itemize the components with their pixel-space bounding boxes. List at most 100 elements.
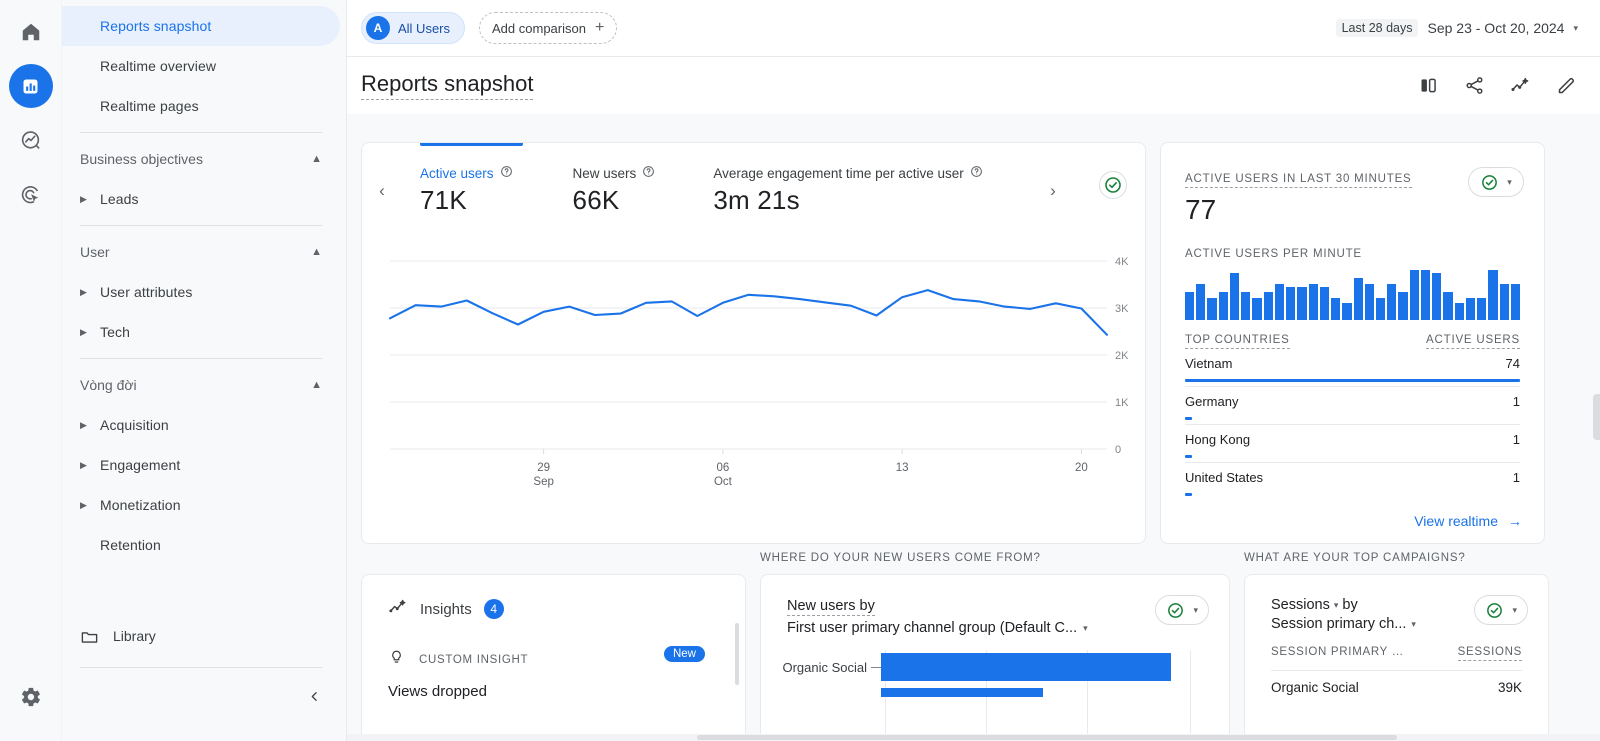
bar bbox=[881, 653, 1172, 681]
carousel-next-button[interactable]: › bbox=[1041, 179, 1065, 203]
compare-icon[interactable] bbox=[1416, 74, 1440, 98]
campaigns-table-header: SESSION PRIMARY … SESSIONS bbox=[1271, 646, 1522, 661]
new-users-status-badge[interactable]: ▾ bbox=[1155, 595, 1209, 625]
sidebar-section-label: Vòng đời bbox=[80, 377, 137, 393]
chevron-up-icon[interactable]: ▲ bbox=[311, 379, 322, 391]
reports-icon[interactable] bbox=[8, 64, 53, 108]
sidebar-item-acquisition[interactable]: ▶ Acquisition bbox=[62, 405, 340, 445]
header-actions bbox=[1416, 74, 1578, 98]
realtime-status-badge[interactable]: ▾ bbox=[1468, 167, 1524, 197]
chevron-up-icon[interactable]: ▲ bbox=[311, 246, 322, 258]
chevron-down-icon[interactable]: ▾ bbox=[1334, 600, 1339, 611]
arrow-right-icon: → bbox=[1508, 513, 1522, 529]
table-row[interactable]: Germany 1 bbox=[1185, 386, 1520, 420]
chevron-up-icon[interactable]: ▲ bbox=[311, 153, 322, 165]
plus-icon: + bbox=[594, 19, 605, 36]
table-row[interactable]: Hong Kong 1 bbox=[1185, 424, 1520, 458]
chevron-down-icon[interactable]: ▾ bbox=[1193, 605, 1198, 616]
table-row[interactable]: Vietnam 74 bbox=[1185, 349, 1520, 382]
active-users-line-chart: 0 1K 2K 3K 4K 29 Sep 06 Oct 13 20 bbox=[362, 251, 1145, 501]
metric-new-users[interactable]: New users 66K bbox=[573, 165, 656, 216]
sidebar-item-engagement[interactable]: ▶ Engagement bbox=[62, 445, 340, 485]
insight-item[interactable]: CUSTOM INSIGHT New bbox=[362, 621, 745, 671]
sidebar-section-user[interactable]: User ▲ bbox=[62, 232, 346, 272]
sidebar-item-library[interactable]: Library bbox=[62, 616, 346, 656]
table-row-content: Hong Kong 1 bbox=[1185, 432, 1520, 447]
metric-label-row: Average engagement time per active user bbox=[713, 165, 982, 181]
side-panel-handle[interactable] bbox=[1593, 394, 1600, 440]
chevron-right-icon: ▶ bbox=[80, 459, 88, 470]
help-icon[interactable] bbox=[970, 165, 983, 181]
svg-text:4K: 4K bbox=[1115, 256, 1129, 268]
metric-value: 66K bbox=[572, 185, 620, 215]
table-row[interactable]: Organic Social 39K bbox=[1271, 670, 1522, 695]
report-scroll-region[interactable]: ‹ Active users 71K New users 66K Average… bbox=[347, 114, 1600, 741]
segment-chip-all-users[interactable]: A All Users bbox=[361, 12, 466, 44]
row-bar bbox=[1185, 493, 1192, 496]
realtime-table-header: TOP COUNTRIES ACTIVE USERS bbox=[1185, 334, 1520, 349]
sidebar-section-label: Business objectives bbox=[80, 151, 203, 167]
table-row[interactable]: United States 1 bbox=[1185, 462, 1520, 496]
metric-avg-engagement-time[interactable]: Average engagement time per active user … bbox=[713, 165, 982, 216]
sidebar-item-realtime-pages[interactable]: Realtime pages bbox=[62, 86, 340, 126]
insights-title: Insights bbox=[420, 600, 472, 618]
share-icon[interactable] bbox=[1462, 74, 1486, 98]
explore-icon[interactable] bbox=[9, 118, 53, 162]
date-range-picker[interactable]: Last 28 days Sep 23 - Oct 20, 2024 ▾ bbox=[1335, 19, 1578, 37]
sidebar-item-user-attributes[interactable]: ▶ User attributes bbox=[62, 272, 340, 312]
svg-text:Sep: Sep bbox=[533, 476, 553, 488]
sidebar-item-label: Monetization bbox=[100, 497, 181, 513]
axis-tick bbox=[871, 666, 881, 668]
chevron-down-icon[interactable]: ▾ bbox=[1411, 619, 1416, 630]
row-bar bbox=[1185, 417, 1192, 420]
sidebar-item-retention[interactable]: Retention bbox=[62, 525, 340, 565]
horizontal-scrollbar-thumb[interactable] bbox=[697, 735, 1397, 740]
sidebar-section-lifecycle[interactable]: Vòng đời ▲ bbox=[62, 365, 346, 405]
insights-header[interactable]: Insights 4 bbox=[362, 575, 745, 621]
minute-bar bbox=[1274, 283, 1285, 320]
sidebar-item-tech[interactable]: ▶ Tech bbox=[62, 312, 340, 352]
new-users-metric-label[interactable]: New users by bbox=[787, 598, 875, 616]
report-navigation-sidebar: Reports snapshot Realtime overview Realt… bbox=[62, 0, 347, 741]
chevron-down-icon[interactable]: ▾ bbox=[1573, 23, 1578, 34]
home-icon[interactable] bbox=[9, 10, 53, 54]
insights-scrollbar[interactable] bbox=[735, 623, 739, 685]
minute-bar bbox=[1342, 303, 1352, 320]
bar-row[interactable]: Organic Social bbox=[761, 650, 1229, 684]
help-icon[interactable] bbox=[500, 165, 513, 181]
insights-icon[interactable] bbox=[1508, 74, 1532, 98]
chevron-down-icon[interactable]: ▾ bbox=[1512, 605, 1517, 616]
gear-icon[interactable] bbox=[9, 675, 53, 719]
sidebar-item-reports-snapshot[interactable]: Reports snapshot bbox=[62, 6, 340, 46]
sidebar-section-business-objectives[interactable]: Business objectives ▲ bbox=[62, 139, 346, 179]
sidebar-item-label: Reports snapshot bbox=[100, 18, 212, 34]
new-users-dimension-label: First user primary channel group (Defaul… bbox=[787, 620, 1078, 636]
chevron-down-icon[interactable]: ▾ bbox=[1083, 623, 1088, 634]
advertising-icon[interactable] bbox=[9, 172, 53, 216]
campaigns-status-badge[interactable]: ▾ bbox=[1474, 595, 1528, 625]
status-badge[interactable] bbox=[1099, 171, 1127, 199]
horizontal-scrollbar[interactable] bbox=[347, 734, 1600, 741]
sidebar-item-leads[interactable]: ▶ Leads bbox=[62, 179, 340, 219]
bar-row[interactable] bbox=[761, 684, 1229, 700]
sidebar-collapse-button[interactable] bbox=[298, 680, 330, 712]
minute-bar bbox=[1196, 283, 1206, 320]
realtime-card: ACTIVE USERS IN LAST 30 MINUTES 77 ▾ ACT… bbox=[1160, 142, 1545, 544]
metric-active-users[interactable]: Active users 71K bbox=[420, 165, 513, 216]
page-title[interactable]: Reports snapshot bbox=[361, 71, 534, 100]
help-icon[interactable] bbox=[642, 165, 655, 181]
campaigns-dimension-label: Session primary ch... bbox=[1271, 616, 1407, 632]
realtime-per-minute-label: ACTIVE USERS PER MINUTE bbox=[1185, 248, 1362, 260]
sidebar-item-realtime-overview[interactable]: Realtime overview bbox=[62, 46, 340, 86]
view-realtime-link[interactable]: View realtime → bbox=[1414, 513, 1522, 529]
active-users-per-minute-bars bbox=[1185, 270, 1521, 320]
section-header-campaigns: WHAT ARE YOUR TOP CAMPAIGNS? bbox=[1244, 552, 1466, 564]
add-comparison-button[interactable]: Add comparison + bbox=[479, 12, 618, 44]
minute-bar bbox=[1364, 283, 1374, 320]
sidebar-item-monetization[interactable]: ▶ Monetization bbox=[62, 485, 340, 525]
chevron-down-icon[interactable]: ▾ bbox=[1507, 177, 1512, 188]
realtime-title: ACTIVE USERS IN LAST 30 MINUTES bbox=[1185, 173, 1412, 188]
carousel-prev-button[interactable]: ‹ bbox=[370, 179, 394, 203]
minute-bar bbox=[1488, 270, 1498, 320]
edit-icon[interactable] bbox=[1554, 74, 1578, 98]
